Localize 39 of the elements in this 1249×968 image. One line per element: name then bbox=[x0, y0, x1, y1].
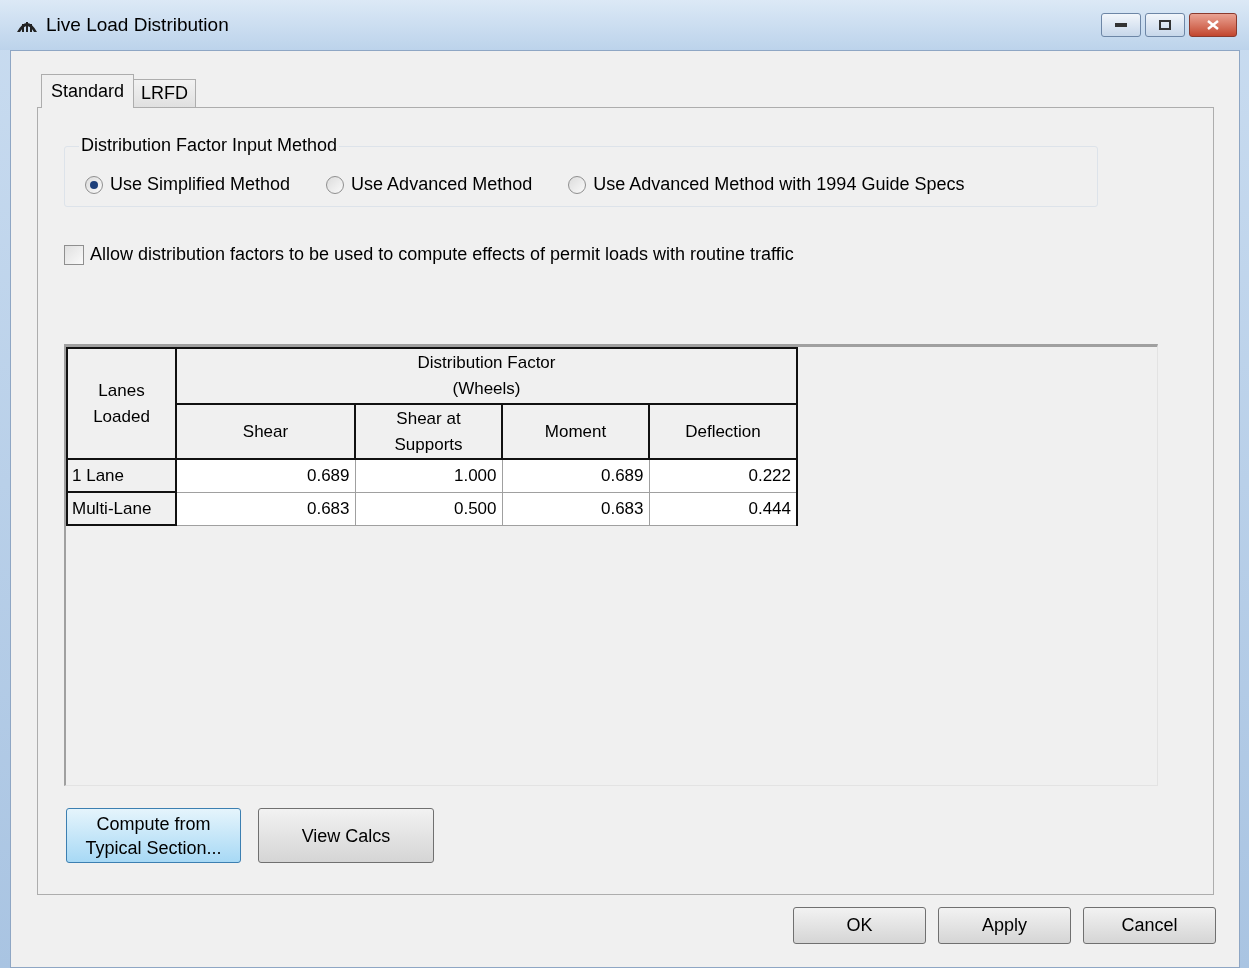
radio-button[interactable] bbox=[568, 175, 587, 194]
action-button[interactable]: Compute from Typical Section... bbox=[66, 808, 241, 863]
tab[interactable]: Standard bbox=[41, 74, 135, 108]
column-group-header: Distribution Factor (Wheels) bbox=[176, 348, 797, 404]
close-icon bbox=[1207, 20, 1219, 30]
maximize-icon bbox=[1159, 20, 1171, 30]
dialog-button[interactable]: Apply bbox=[938, 907, 1071, 944]
table-cell[interactable]: 0.683 bbox=[176, 492, 355, 525]
checkbox[interactable] bbox=[64, 244, 84, 265]
dialog-button[interactable]: OK bbox=[793, 907, 926, 944]
radio-button[interactable] bbox=[85, 175, 103, 194]
column-header: Lanes Loaded bbox=[67, 348, 176, 459]
tab[interactable]: LRFD bbox=[133, 79, 197, 107]
row-header: 1 Lane bbox=[67, 459, 176, 492]
checkbox-label: Allow distribution factors to be used to compute effects of permit loads with routine traffic bbox=[90, 243, 794, 266]
radio-label: Use Advanced Method with 1994 Guide Specs bbox=[593, 173, 965, 196]
action-button[interactable]: View Calcs bbox=[258, 808, 434, 863]
column-header: Shear bbox=[176, 404, 355, 459]
table-cell[interactable]: 0.444 bbox=[649, 492, 797, 525]
minimize-button[interactable] bbox=[1101, 13, 1141, 37]
window-title: Live Load Distribution bbox=[46, 12, 229, 37]
table-cell[interactable]: 0.222 bbox=[649, 459, 797, 492]
maximize-button[interactable] bbox=[1145, 13, 1185, 37]
table-cell[interactable]: 0.683 bbox=[502, 492, 649, 525]
dialog-button[interactable]: Cancel bbox=[1083, 907, 1216, 944]
column-header: Moment bbox=[502, 404, 649, 459]
column-header: Deflection bbox=[649, 404, 797, 459]
close-button[interactable] bbox=[1189, 13, 1237, 37]
table-cell[interactable]: 1.000 bbox=[355, 459, 502, 492]
table-cell[interactable]: 0.689 bbox=[502, 459, 649, 492]
group-title: Distribution Factor Input Method bbox=[79, 135, 340, 155]
minimize-icon bbox=[1115, 23, 1127, 27]
table-cell[interactable]: 0.500 bbox=[355, 492, 502, 525]
radio-label: Use Advanced Method bbox=[351, 173, 533, 196]
column-header: Shear at Supports bbox=[355, 404, 502, 459]
radio-button[interactable] bbox=[326, 175, 345, 194]
radio-label: Use Simplified Method bbox=[110, 173, 291, 196]
table-cell[interactable]: 0.689 bbox=[176, 459, 355, 492]
row-header: Multi-Lane bbox=[67, 492, 176, 525]
